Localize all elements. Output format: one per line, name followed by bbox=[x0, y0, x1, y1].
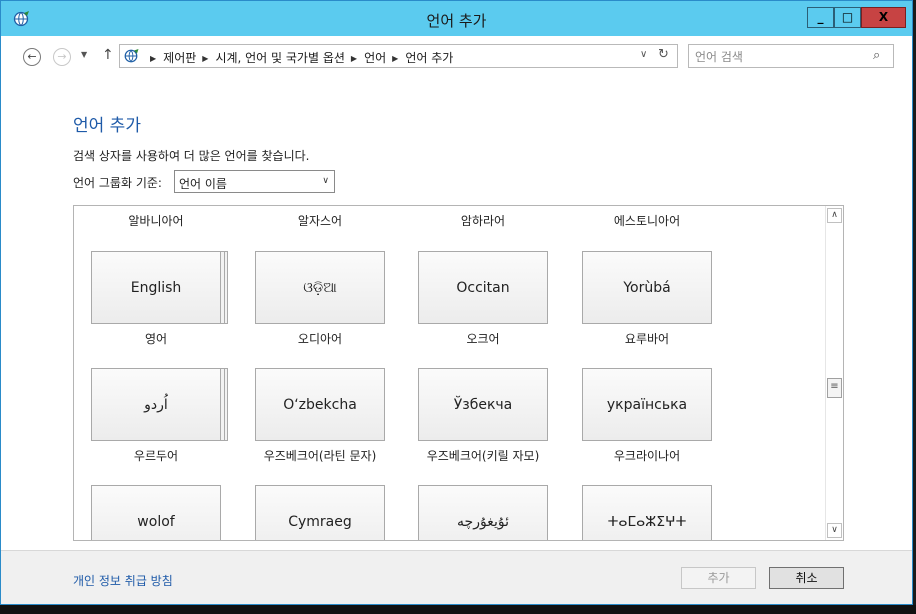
language-name: 영어 bbox=[144, 332, 168, 346]
group-by-select[interactable]: 언어 이름 ∨ bbox=[174, 170, 335, 193]
footer-bar: 개인 정보 취급 방침 추가 취소 bbox=[1, 551, 912, 604]
language-native-name: اُردو bbox=[144, 397, 168, 413]
language-name: 오크어 bbox=[466, 332, 500, 346]
language-tile-wolof[interactable]: wolof bbox=[91, 485, 221, 540]
group-by-label: 언어 그룹화 기준: bbox=[73, 176, 162, 190]
breadcrumb-separator-icon[interactable]: ▶ bbox=[392, 54, 398, 63]
language-tile-uyghur[interactable]: ئۇيغۇرچە bbox=[418, 485, 548, 540]
cancel-button[interactable]: 취소 bbox=[769, 567, 844, 589]
search-input[interactable] bbox=[693, 47, 867, 67]
recent-locations-button[interactable]: ▼ bbox=[81, 50, 87, 59]
language-tile-uzbek-latin[interactable]: O‘zbekcha bbox=[255, 368, 385, 441]
language-tile-urdu[interactable]: اُردو bbox=[91, 368, 221, 441]
refresh-icon: ↻ bbox=[658, 47, 669, 62]
breadcrumb-control-panel[interactable]: 제어판 bbox=[163, 51, 196, 65]
language-tile-ukrainian[interactable]: українська bbox=[582, 368, 712, 441]
scroll-down-button[interactable]: ∨ bbox=[827, 523, 842, 538]
breadcrumb-add-language[interactable]: 언어 추가 bbox=[405, 51, 453, 65]
language-native-name: українська bbox=[606, 397, 688, 413]
language-tile-tamazight[interactable]: ⵜⴰⵎⴰⵣⵉⵖⵜ bbox=[582, 485, 712, 540]
language-native-name: English bbox=[130, 280, 182, 296]
language-native-name: ⵜⴰⵎⴰⵣⵉⵖⵜ bbox=[607, 514, 687, 530]
language-name: 우크라이나어 bbox=[613, 449, 681, 463]
close-button[interactable]: X bbox=[861, 7, 906, 28]
chevron-down-icon: ∨ bbox=[640, 49, 648, 60]
group-by-value: 언어 이름 bbox=[179, 177, 227, 191]
language-native-name: ଓଡ଼ିଆ bbox=[303, 280, 337, 296]
address-dropdown-button[interactable]: ∨ bbox=[640, 49, 647, 60]
address-bar[interactable]: ▶ 제어판 ▶ 시계, 언어 및 국가별 옵션 ▶ 언어 ▶ 언어 추가 ∨ ↻ bbox=[119, 44, 678, 68]
add-language-window: 언어 추가 _ □ X ← → ▼ ↑ ▶ 제어판 ▶ 시계, 언어 및 국가별 옵션… bbox=[0, 0, 913, 605]
language-native-name: wolof bbox=[137, 514, 175, 530]
language-tile-occitan[interactable]: Occitan bbox=[418, 251, 548, 324]
language-native-name: O‘zbekcha bbox=[283, 397, 357, 413]
language-name: 오디아어 bbox=[297, 332, 343, 346]
desktop-background bbox=[0, 605, 916, 614]
grip-icon: ≡ bbox=[830, 381, 839, 392]
page-description: 검색 상자를 사용하여 더 많은 언어를 찾습니다. bbox=[73, 149, 310, 163]
chevron-down-icon: ∨ bbox=[322, 176, 329, 186]
language-name[interactable]: 알바니아어 bbox=[91, 212, 221, 229]
language-name[interactable]: 알자스어 bbox=[255, 212, 385, 229]
language-tile-welsh[interactable]: Cymraeg bbox=[255, 485, 385, 540]
chevron-down-icon: ∨ bbox=[831, 525, 838, 535]
arrow-up-icon: ↑ bbox=[102, 47, 114, 63]
control-panel-icon bbox=[124, 49, 139, 63]
scroll-up-button[interactable]: ∧ bbox=[827, 208, 842, 223]
privacy-policy-link[interactable]: 개인 정보 취급 방침 bbox=[73, 572, 173, 589]
arrow-right-icon: → bbox=[57, 50, 67, 63]
window-title: 언어 추가 bbox=[426, 12, 487, 30]
language-name[interactable]: 암하라어 bbox=[418, 212, 548, 229]
title-bar[interactable]: 언어 추가 _ □ X bbox=[1, 1, 912, 36]
language-name[interactable]: 에스토니아어 bbox=[582, 212, 712, 229]
language-list: 알바니아어 알자스어 암하라어 에스토니아어 English ଓଡ଼ିଆ Occ… bbox=[73, 205, 844, 541]
vertical-scrollbar[interactable]: ∧ ≡ ∨ bbox=[825, 206, 843, 540]
breadcrumb-separator-icon[interactable]: ▶ bbox=[351, 54, 357, 63]
scroll-thumb[interactable]: ≡ bbox=[827, 378, 842, 398]
maximize-button[interactable]: □ bbox=[834, 7, 861, 28]
forward-button[interactable]: → bbox=[53, 48, 71, 66]
search-box: ⌕ bbox=[688, 44, 894, 68]
language-tile-uzbek-cyrillic[interactable]: Ўзбекча bbox=[418, 368, 548, 441]
up-button[interactable]: ↑ bbox=[102, 47, 114, 63]
navigation-bar: ← → ▼ ↑ ▶ 제어판 ▶ 시계, 언어 및 국가별 옵션 ▶ 언어 ▶ 언어 추가 ∨ … bbox=[1, 36, 912, 76]
refresh-button[interactable]: ↻ bbox=[658, 47, 669, 62]
breadcrumb-separator-icon[interactable]: ▶ bbox=[202, 54, 208, 63]
breadcrumb: ▶ 제어판 ▶ 시계, 언어 및 국가별 옵션 ▶ 언어 ▶ 언어 추가 bbox=[144, 49, 453, 66]
breadcrumb-clock-language-region[interactable]: 시계, 언어 및 국가별 옵션 bbox=[215, 51, 344, 65]
search-icon[interactable]: ⌕ bbox=[873, 48, 880, 63]
breadcrumb-language[interactable]: 언어 bbox=[364, 51, 386, 65]
language-name: 우즈베크어(라틴 문자) bbox=[263, 449, 377, 463]
back-button[interactable]: ← bbox=[23, 48, 41, 66]
language-tile-odia[interactable]: ଓଡ଼ିଆ bbox=[255, 251, 385, 324]
language-tile-yoruba[interactable]: Yorùbá bbox=[582, 251, 712, 324]
arrow-left-icon: ← bbox=[27, 50, 37, 63]
language-name: 요루바어 bbox=[624, 332, 670, 346]
page-title: 언어 추가 bbox=[73, 116, 141, 136]
language-name: 우르두어 bbox=[133, 449, 179, 463]
language-name: 우즈베크어(키릴 자모) bbox=[426, 449, 540, 463]
breadcrumb-separator-icon[interactable]: ▶ bbox=[150, 54, 156, 63]
add-button[interactable]: 추가 bbox=[681, 567, 756, 589]
language-native-name: Ўзбекча bbox=[453, 397, 513, 413]
minimize-button[interactable]: _ bbox=[807, 7, 834, 28]
language-native-name: ئۇيغۇرچە bbox=[457, 514, 509, 530]
language-native-name: Cymraeg bbox=[288, 514, 352, 530]
chevron-up-icon: ∧ bbox=[831, 210, 838, 220]
language-native-name: Occitan bbox=[456, 280, 510, 296]
language-native-name: Yorùbá bbox=[623, 280, 671, 296]
chevron-down-icon: ▼ bbox=[81, 50, 88, 59]
language-tile-english[interactable]: English bbox=[91, 251, 221, 324]
